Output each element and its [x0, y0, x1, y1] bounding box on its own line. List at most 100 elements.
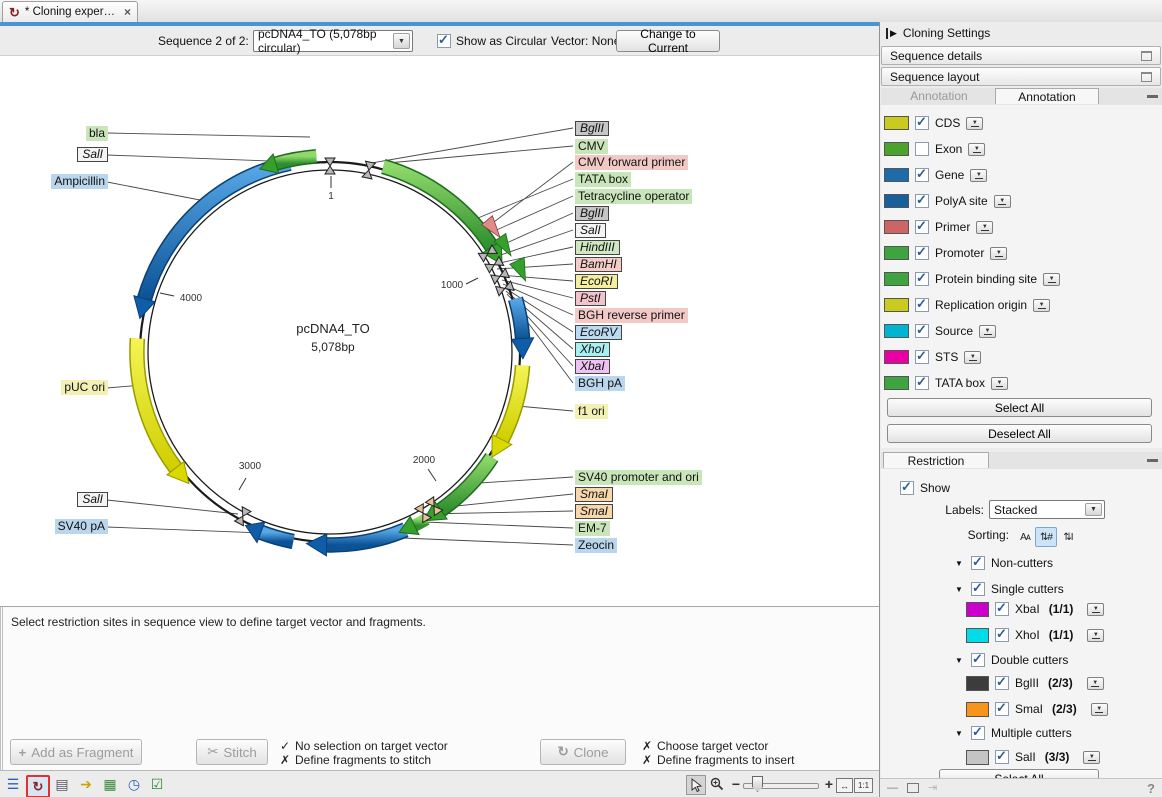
dropdown-icon[interactable]: ▼ — [1083, 751, 1100, 764]
dropdown-icon[interactable]: ▼ — [1033, 299, 1050, 312]
checkbox[interactable] — [915, 220, 929, 234]
feature-bgh-pa[interactable] — [516, 299, 523, 339]
show-checkbox[interactable] — [900, 481, 914, 495]
clone-button[interactable]: ↻ Clone — [540, 739, 626, 765]
dropdown-icon[interactable]: ▼ — [990, 247, 1007, 260]
map-label[interactable]: pUC ori — [61, 380, 108, 395]
sort-by-name-icon[interactable]: Aᴀ — [1014, 527, 1036, 547]
checkbox[interactable] — [971, 582, 985, 596]
restriction-site-marker[interactable] — [325, 158, 335, 174]
color-swatch[interactable] — [884, 350, 909, 364]
map-label[interactable]: XhoI — [575, 342, 610, 357]
map-label[interactable]: SalI — [77, 492, 108, 507]
feature-sv40-promoter[interactable] — [441, 457, 492, 510]
expander-icon[interactable]: ▼ — [955, 559, 965, 568]
add-as-fragment-button[interactable]: + Add as Fragment — [10, 739, 142, 765]
group-sequence-layout[interactable]: Sequence layout — [881, 67, 1161, 86]
dropdown-icon[interactable]: ▼ — [991, 377, 1008, 390]
zoom-in-tool-icon[interactable] — [708, 775, 726, 793]
checkbox[interactable] — [971, 653, 985, 667]
map-label[interactable]: SmaI — [575, 487, 613, 502]
group-sequence-details[interactable]: Sequence details — [881, 46, 1161, 65]
color-swatch[interactable] — [966, 676, 989, 691]
checkbox[interactable] — [995, 676, 1009, 690]
feature-ampicillin[interactable] — [145, 163, 290, 299]
report-view-icon[interactable]: ☑ — [148, 775, 166, 793]
checkbox[interactable] — [915, 324, 929, 338]
checkbox[interactable] — [915, 246, 929, 260]
checkbox[interactable] — [915, 350, 929, 364]
map-label[interactable]: EcoRI — [575, 274, 618, 289]
dock-panel-icon[interactable]: ⇥ — [928, 783, 937, 794]
map-label[interactable]: f1 ori — [575, 404, 608, 419]
map-label[interactable]: BGH pA — [575, 376, 625, 391]
feature-tet-operator[interactable] — [510, 257, 526, 281]
float-panel-icon[interactable] — [907, 783, 919, 793]
history-view-icon[interactable]: ◷ — [125, 775, 143, 793]
color-swatch[interactable] — [884, 220, 909, 234]
checkbox[interactable] — [995, 628, 1009, 642]
map-label[interactable]: SV40 pA — [55, 519, 108, 534]
map-label[interactable]: SV40 promoter and ori — [575, 470, 702, 485]
fit-width-icon[interactable]: ↔ — [836, 778, 853, 793]
zoom-slider-handle[interactable] — [752, 776, 763, 792]
pointer-tool-icon[interactable] — [686, 775, 706, 795]
dropdown-icon[interactable]: ▼ — [966, 117, 983, 130]
change-to-current-button[interactable]: Change to Current — [616, 30, 720, 52]
dropdown-icon[interactable]: ▼ — [976, 221, 993, 234]
map-label[interactable]: SalI — [575, 223, 606, 238]
checkbox[interactable] — [915, 116, 929, 130]
map-label[interactable]: SalI — [77, 147, 108, 162]
show-as-circular-checkbox[interactable] — [437, 34, 451, 48]
sort-by-count-icon[interactable]: ⇅# — [1035, 527, 1057, 547]
map-label[interactable]: CMV — [575, 139, 608, 154]
color-swatch[interactable] — [884, 298, 909, 312]
dropdown-icon[interactable]: ▼ — [1091, 703, 1108, 716]
tab-restriction-sites[interactable]: Restriction sites — [883, 452, 989, 468]
export-view-icon[interactable]: ➔ — [77, 775, 95, 793]
checkbox[interactable] — [915, 194, 929, 208]
color-swatch[interactable] — [884, 246, 909, 260]
color-swatch[interactable] — [966, 750, 989, 765]
map-label[interactable]: Zeocin — [575, 538, 617, 553]
color-swatch[interactable] — [884, 142, 909, 156]
sequence-view-icon[interactable]: ▤ — [53, 775, 71, 793]
color-swatch[interactable] — [884, 272, 909, 286]
dropdown-icon[interactable]: ▼ — [994, 195, 1011, 208]
color-swatch[interactable] — [966, 628, 989, 643]
checkbox[interactable] — [915, 298, 929, 312]
select-all-button[interactable]: Select All — [887, 398, 1152, 417]
map-label[interactable]: CMV forward primer — [575, 155, 688, 170]
float-panel-icon[interactable] — [1141, 51, 1152, 61]
collapse-section-icon[interactable] — [1147, 95, 1158, 98]
tab-annotation-layout[interactable]: Annotation layout — [883, 88, 995, 104]
map-label[interactable]: XbaI — [575, 359, 610, 374]
map-label[interactable]: Ampicillin — [51, 174, 108, 189]
dropdown-icon[interactable]: ▼ — [1087, 603, 1104, 616]
checkbox[interactable] — [995, 602, 1009, 616]
map-label[interactable]: HindIII — [575, 240, 620, 255]
labels-dropdown[interactable]: Stacked ▼ — [989, 500, 1105, 519]
cloning-view-icon[interactable]: ↻ — [26, 775, 50, 797]
dropdown-icon[interactable]: ▼ — [979, 325, 996, 338]
color-swatch[interactable] — [884, 116, 909, 130]
document-tab[interactable]: ↻ * Cloning exper… × — [2, 1, 138, 22]
map-label[interactable]: Tetracycline operator — [575, 189, 692, 204]
map-label[interactable]: PstI — [575, 291, 606, 306]
dropdown-icon[interactable]: ▼ — [970, 169, 987, 182]
checkbox[interactable] — [915, 142, 929, 156]
sequence-list-view-icon[interactable]: ☰ — [4, 775, 22, 793]
float-panel-icon[interactable] — [1141, 72, 1152, 82]
map-label[interactable]: SmaI — [575, 504, 613, 519]
color-swatch[interactable] — [884, 376, 909, 390]
expander-icon[interactable]: ▼ — [955, 656, 965, 665]
color-swatch[interactable] — [966, 702, 989, 717]
map-label[interactable]: bla — [86, 126, 108, 141]
zoom-100-icon[interactable]: 1:1 — [854, 778, 873, 793]
checkbox[interactable] — [915, 168, 929, 182]
color-swatch[interactable] — [884, 168, 909, 182]
stitch-button[interactable]: ✂ Stitch — [196, 739, 268, 765]
deselect-all-button[interactable]: Deselect All — [887, 424, 1152, 443]
dropdown-icon[interactable]: ▼ — [968, 143, 985, 156]
close-icon[interactable]: × — [124, 5, 131, 19]
